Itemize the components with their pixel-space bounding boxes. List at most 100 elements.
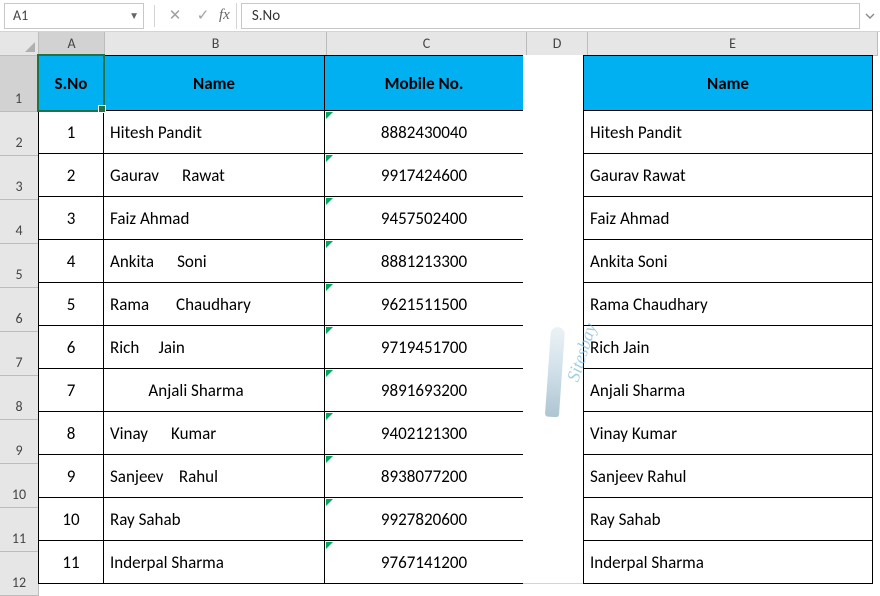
- row-header-3[interactable]: 3: [0, 156, 39, 200]
- cell-e5[interactable]: Ankita Soni: [583, 239, 873, 283]
- cell-c11[interactable]: 9927820600: [324, 497, 524, 541]
- cell-e12[interactable]: Inderpal Sharma: [583, 540, 873, 584]
- cell-c2[interactable]: 8882430040: [324, 110, 524, 154]
- cell-a9[interactable]: 8: [38, 411, 104, 455]
- dropdown-icon[interactable]: ▼: [129, 9, 139, 22]
- divider: [154, 5, 155, 27]
- row-header-1[interactable]: 1: [0, 56, 39, 112]
- column-header-b[interactable]: B: [105, 32, 327, 56]
- cell-e11[interactable]: Ray Sahab: [583, 497, 873, 541]
- cell-e2[interactable]: Hitesh Pandit: [583, 110, 873, 154]
- fx-icon[interactable]: fx: [217, 7, 236, 24]
- error-indicator-icon: [326, 198, 333, 205]
- error-indicator-icon: [326, 112, 333, 119]
- formula-input[interactable]: S.No: [241, 3, 860, 29]
- cell-b2[interactable]: Hitesh Pandit: [103, 110, 325, 154]
- expand-formula-icon[interactable]: [860, 10, 880, 22]
- column-header-e[interactable]: E: [588, 32, 878, 56]
- cells-area: S.NoNameMobile No.Name1Hitesh Pandit8882…: [39, 56, 873, 584]
- cell-b6[interactable]: Rama Chaudhary: [103, 282, 325, 326]
- cell-b9[interactable]: Vinay Kumar: [103, 411, 325, 455]
- error-indicator-icon: [326, 241, 333, 248]
- cell-b4[interactable]: Faiz Ahmad: [103, 196, 325, 240]
- name-box[interactable]: A1 ▼: [4, 3, 144, 29]
- cell-d1[interactable]: [523, 55, 584, 111]
- row-header-6[interactable]: 6: [0, 288, 39, 332]
- cell-c3[interactable]: 9917424600: [324, 153, 524, 197]
- cell-a4[interactable]: 3: [38, 196, 104, 240]
- row-header-4[interactable]: 4: [0, 200, 39, 244]
- cell-c1[interactable]: Mobile No.: [324, 55, 524, 111]
- cell-d6[interactable]: [523, 282, 584, 326]
- cell-e6[interactable]: Rama Chaudhary: [583, 282, 873, 326]
- error-indicator-icon: [326, 499, 333, 506]
- error-indicator-icon: [326, 327, 333, 334]
- cell-d2[interactable]: [523, 110, 584, 154]
- row-header-11[interactable]: 11: [0, 508, 39, 552]
- row-headers: 123456789101112: [0, 56, 39, 596]
- cell-c12[interactable]: 9767141200: [324, 540, 524, 584]
- cell-d5[interactable]: [523, 239, 584, 283]
- enter-icon: ✓: [189, 3, 217, 29]
- cell-c4[interactable]: 9457502400: [324, 196, 524, 240]
- cell-a6[interactable]: 5: [38, 282, 104, 326]
- cell-a2[interactable]: 1: [38, 110, 104, 154]
- cell-e9[interactable]: Vinay Kumar: [583, 411, 873, 455]
- column-header-a[interactable]: A: [39, 32, 105, 56]
- cell-e10[interactable]: Sanjeev Rahul: [583, 454, 873, 498]
- cell-a11[interactable]: 10: [38, 497, 104, 541]
- cell-e1[interactable]: Name: [583, 55, 873, 111]
- error-indicator-icon: [326, 155, 333, 162]
- error-indicator-icon: [326, 413, 333, 420]
- cell-c7[interactable]: 9719451700: [324, 325, 524, 369]
- cell-a8[interactable]: 7: [38, 368, 104, 412]
- cell-c5[interactable]: 8881213300: [324, 239, 524, 283]
- cell-a10[interactable]: 9: [38, 454, 104, 498]
- cancel-icon: ✕: [161, 3, 189, 29]
- row-header-12[interactable]: 12: [0, 552, 39, 596]
- divider: [236, 3, 237, 29]
- cell-b8[interactable]: Anjali Sharma: [103, 368, 325, 412]
- cell-e8[interactable]: Anjali Sharma: [583, 368, 873, 412]
- cell-a1[interactable]: S.No: [38, 55, 104, 111]
- cell-b12[interactable]: Inderpal Sharma: [103, 540, 325, 584]
- error-indicator-icon: [326, 370, 333, 377]
- cell-c8[interactable]: 9891693200: [324, 368, 524, 412]
- cell-d11[interactable]: [523, 497, 584, 541]
- error-indicator-icon: [326, 284, 333, 291]
- column-header-d[interactable]: D: [527, 32, 588, 56]
- row-header-8[interactable]: 8: [0, 376, 39, 420]
- select-all-corner[interactable]: [0, 32, 39, 56]
- row-header-9[interactable]: 9: [0, 420, 39, 464]
- cell-e7[interactable]: Rich Jain: [583, 325, 873, 369]
- cell-e3[interactable]: Gaurav Rawat: [583, 153, 873, 197]
- row-header-10[interactable]: 10: [0, 464, 39, 508]
- cell-d4[interactable]: [523, 196, 584, 240]
- column-headers: ABCDE: [39, 32, 878, 56]
- row-header-2[interactable]: 2: [0, 112, 39, 156]
- row-header-7[interactable]: 7: [0, 332, 39, 376]
- cell-c6[interactable]: 9621511500: [324, 282, 524, 326]
- cell-c10[interactable]: 8938077200: [324, 454, 524, 498]
- cell-a7[interactable]: 6: [38, 325, 104, 369]
- cell-c9[interactable]: 9402121300: [324, 411, 524, 455]
- cell-b11[interactable]: Ray Sahab: [103, 497, 325, 541]
- error-indicator-icon: [326, 542, 333, 549]
- cell-a3[interactable]: 2: [38, 153, 104, 197]
- cell-d12[interactable]: [523, 540, 584, 584]
- cell-d3[interactable]: [523, 153, 584, 197]
- cell-b3[interactable]: Gaurav Rawat: [103, 153, 325, 197]
- cell-b5[interactable]: Ankita Soni: [103, 239, 325, 283]
- cell-b10[interactable]: Sanjeev Rahul: [103, 454, 325, 498]
- cell-d9[interactable]: [523, 411, 584, 455]
- cell-b1[interactable]: Name: [103, 55, 325, 111]
- cell-d10[interactable]: [523, 454, 584, 498]
- cell-b7[interactable]: Rich Jain: [103, 325, 325, 369]
- cell-a5[interactable]: 4: [38, 239, 104, 283]
- cell-e4[interactable]: Faiz Ahmad: [583, 196, 873, 240]
- row-header-5[interactable]: 5: [0, 244, 39, 288]
- name-box-value: A1: [13, 7, 28, 24]
- formula-bar: A1 ▼ ✕ ✓ fx S.No: [0, 0, 880, 32]
- cell-a12[interactable]: 11: [38, 540, 104, 584]
- column-header-c[interactable]: C: [327, 32, 527, 56]
